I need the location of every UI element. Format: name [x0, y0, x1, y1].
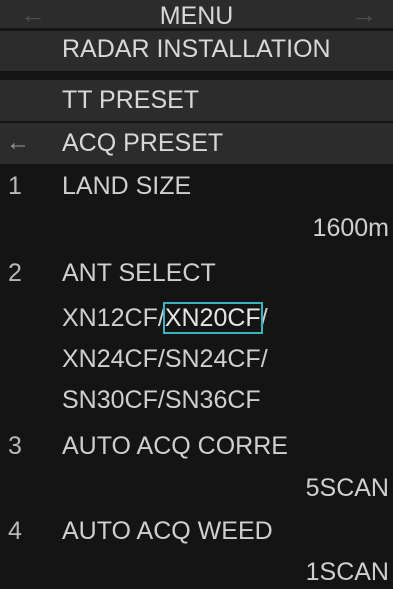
menu-item-label: TT PRESET — [62, 86, 200, 114]
ant-option-line: XN12CF/XN20CF/ — [62, 302, 268, 334]
item-number: 3 — [8, 432, 22, 460]
ant-option-line: XN24CF/SN24CF/ — [62, 345, 268, 374]
option-separator: / — [157, 386, 165, 414]
menu-panel: ← MENU → RADAR INSTALLATION TT PRESET ← … — [0, 0, 393, 589]
ant-option-xn20cf[interactable]: XN20CF — [162, 302, 263, 334]
land-size-value[interactable]: 1600m — [313, 214, 389, 243]
arrow-right-icon[interactable]: → — [351, 0, 377, 28]
ant-option-xn12cf[interactable]: XN12CF — [62, 304, 158, 332]
ant-option-line: SN30CF/SN36CF — [62, 386, 261, 415]
ant-option-sn30cf[interactable]: SN30CF — [62, 386, 158, 414]
auto-acq-weed-value[interactable]: 1SCAN — [306, 558, 389, 587]
item-number: 4 — [8, 517, 22, 545]
menu-header: ← MENU → — [0, 0, 393, 30]
ant-select-label[interactable]: ANT SELECT — [62, 259, 216, 288]
menu-item-tt-preset[interactable]: TT PRESET — [0, 80, 393, 121]
option-separator: / — [260, 345, 268, 373]
menu-item-radar-installation[interactable]: RADAR INSTALLATION — [0, 31, 393, 71]
option-separator: / — [157, 345, 165, 373]
auto-acq-weed-label[interactable]: AUTO ACQ WEED — [62, 517, 273, 546]
option-separator: / — [260, 304, 268, 332]
ant-option-sn36cf[interactable]: SN36CF — [165, 386, 261, 414]
option-separator: / — [157, 304, 165, 332]
auto-acq-corre-value[interactable]: 5SCAN — [306, 474, 389, 503]
land-size-label[interactable]: LAND SIZE — [62, 172, 191, 201]
back-arrow-icon[interactable]: ← — [6, 129, 30, 157]
ant-option-xn24cf[interactable]: XN24CF — [62, 345, 158, 373]
menu-item-label: ACQ PRESET — [62, 129, 224, 157]
auto-acq-corre-label[interactable]: AUTO ACQ CORRE — [62, 432, 288, 461]
menu-item-acq-preset[interactable]: ← ACQ PRESET — [0, 123, 393, 164]
item-number: 1 — [8, 172, 22, 200]
item-number: 2 — [8, 259, 22, 287]
menu-item-label: RADAR INSTALLATION — [62, 35, 331, 63]
menu-title: MENU — [159, 2, 234, 30]
ant-option-sn24cf[interactable]: SN24CF — [165, 345, 261, 373]
